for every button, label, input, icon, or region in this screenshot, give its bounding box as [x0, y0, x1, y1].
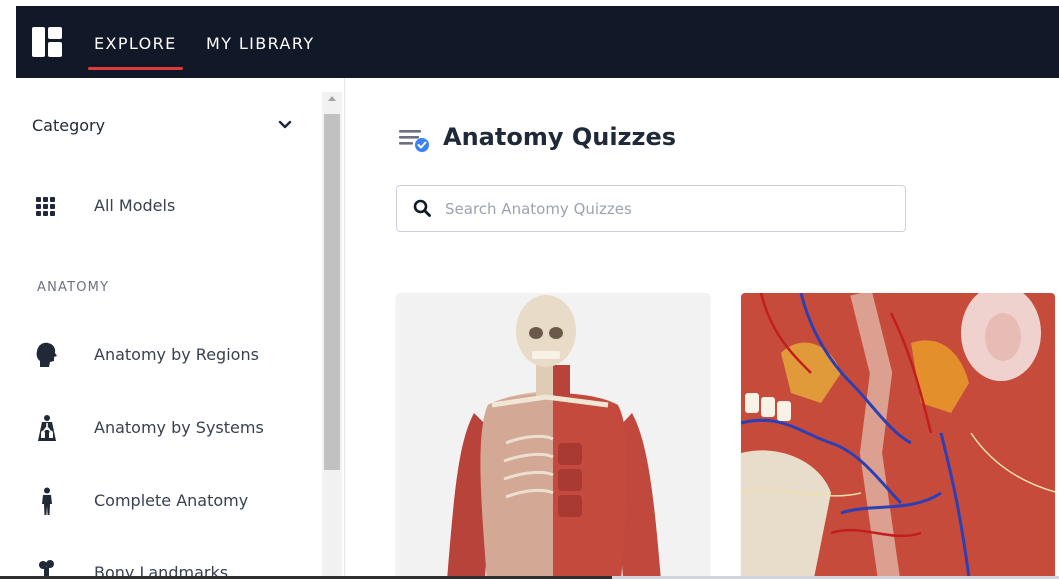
head-silhouette-icon — [36, 342, 57, 367]
app-frame: EXPLORE MY LIBRARY Category All Models A… — [16, 6, 1059, 579]
page-title: Anatomy Quizzes — [443, 123, 677, 151]
sidebar-item-complete-anatomy[interactable]: Complete Anatomy — [32, 483, 322, 517]
chevron-down-icon — [278, 120, 292, 129]
search-box[interactable] — [396, 185, 906, 232]
sidebar-item-label: Anatomy by Regions — [94, 345, 259, 364]
category-label: Category — [32, 116, 106, 135]
sidebar-item-label: All Models — [94, 196, 176, 215]
search-input[interactable] — [443, 195, 887, 223]
scrollbar-thumb[interactable] — [324, 114, 340, 470]
category-dropdown[interactable]: Category — [32, 116, 292, 138]
sidebar-item-label: Anatomy by Systems — [94, 418, 264, 437]
top-navigation-bar: EXPLORE MY LIBRARY — [16, 6, 1059, 78]
human-figure-icon — [42, 487, 52, 515]
app-logo-icon[interactable] — [32, 27, 62, 57]
section-heading-anatomy: ANATOMY — [37, 280, 110, 295]
tab-explore[interactable]: EXPLORE — [88, 34, 183, 70]
tab-my-library[interactable]: MY LIBRARY — [206, 34, 315, 53]
sidebar: Category All Models ANATOMY Anatomy by R… — [16, 78, 345, 579]
scroll-up-arrow-icon[interactable] — [328, 96, 336, 101]
quiz-thumbnail-full-body — [396, 293, 710, 579]
sidebar-item-label: Complete Anatomy — [94, 491, 249, 510]
search-icon — [413, 199, 431, 217]
lungs-torso-icon — [38, 415, 56, 441]
sidebar-scrollbar[interactable] — [322, 92, 342, 579]
sidebar-item-all-models[interactable]: All Models — [32, 188, 322, 222]
quiz-card-full-body[interactable] — [396, 293, 710, 579]
sidebar-item-anatomy-by-systems[interactable]: Anatomy by Systems — [32, 410, 322, 444]
main-content: Anatomy Quizzes — [345, 78, 1059, 579]
grid-dots-icon — [36, 197, 55, 216]
sidebar-item-anatomy-by-regions[interactable]: Anatomy by Regions — [32, 337, 322, 371]
quiz-list-check-icon — [399, 130, 429, 152]
quiz-card-head-neck[interactable] — [741, 293, 1055, 579]
quiz-thumbnail-head-neck — [741, 293, 1055, 579]
